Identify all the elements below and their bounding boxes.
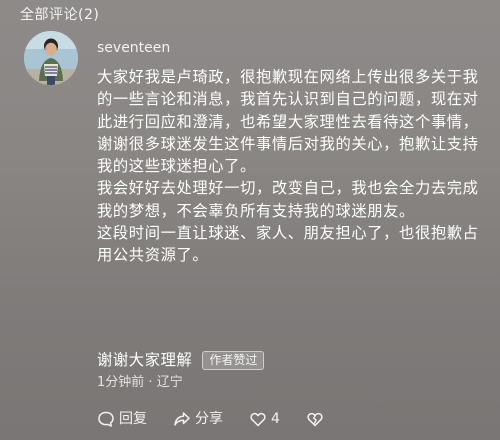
comments-header: 全部评论(2) (20, 7, 100, 23)
comment-paragraph-2: 我会好好去处理好一切，改变自己，我也会全力去完成我的梦想，不会辜负所有支持我的球… (97, 179, 479, 220)
comment-actions: 回复 分享 4 (97, 410, 328, 428)
avatar[interactable] (24, 31, 78, 85)
like-count: 4 (271, 411, 280, 427)
author-liked-badge: 作者赞过 (202, 350, 265, 370)
like-button[interactable]: 4 (249, 410, 280, 428)
share-icon (174, 412, 190, 426)
meta-separator: · (148, 375, 153, 390)
comment-username[interactable]: seventeen (97, 39, 170, 57)
comment-paragraph-1: 大家好我是卢琦政，很抱歉现在网络上传出很多关于我的一些言论和消息，我首先认识到自… (97, 68, 479, 176)
comment-paragraph-3: 这段时间一直让球迷、家人、朋友担心了，也很抱歉占用公共资源了。 (97, 224, 479, 265)
comment-location: 辽宁 (156, 375, 183, 390)
comment-body: 大家好我是卢琦政，很抱歉现在网络上传出很多关于我的一些言论和消息，我首先认识到自… (97, 66, 482, 267)
dislike-button[interactable] (306, 410, 328, 428)
like-icon (250, 412, 266, 427)
comment-meta: 1分钟前 · 辽宁 (97, 374, 183, 392)
reply-label: 回复 (119, 411, 147, 427)
share-label: 分享 (195, 411, 223, 427)
comment-closing-text: 谢谢大家理解 (97, 351, 193, 369)
dislike-icon (307, 412, 323, 427)
reply-button[interactable]: 回复 (97, 410, 147, 428)
share-button[interactable]: 分享 (173, 410, 223, 428)
reply-icon (98, 411, 114, 427)
comment-time: 1分钟前 (97, 375, 145, 390)
comment-closing-row: 谢谢大家理解 作者赞过 (97, 350, 265, 370)
